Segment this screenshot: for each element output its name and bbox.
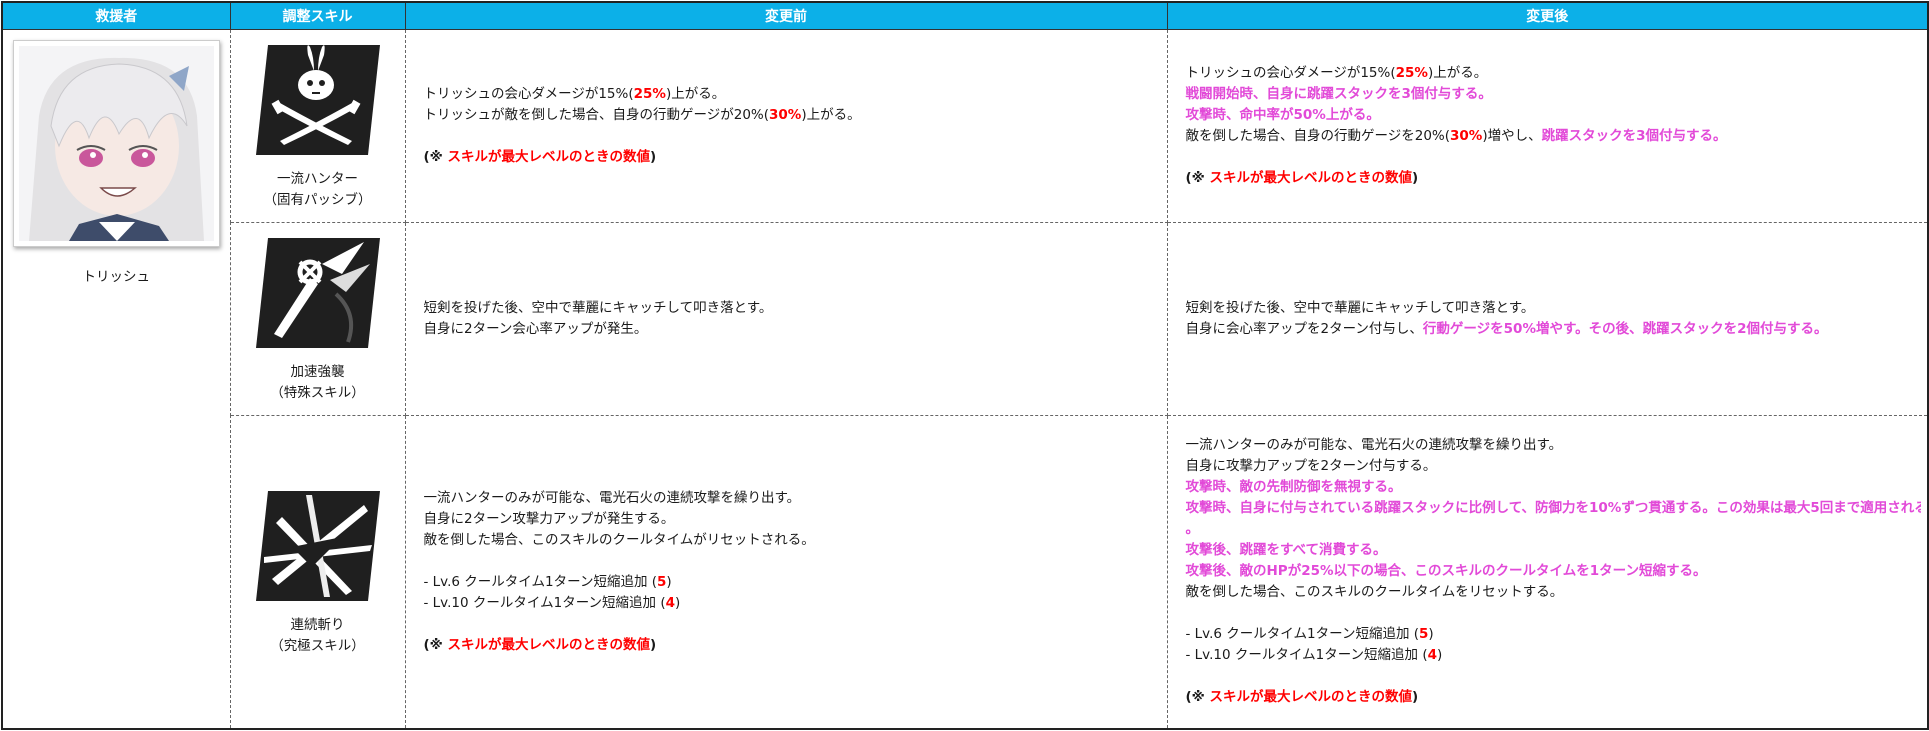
skill-cell-passive: 一流ハンター （固有パッシブ） — [229, 29, 406, 223]
slash-strikes-icon — [255, 490, 380, 601]
text-line: 一流ハンターのみが可能な、電光石火の連続攻撃を繰り出す。 — [1185, 437, 1563, 454]
header-after: 変更後 — [1166, 1, 1929, 30]
after-text-passive: トリッシュの会心ダメージが15%(25%)上がる。 戦闘開始時、自身に跳躍スタッ… — [1166, 29, 1929, 223]
max-level-note: (※ スキルが最大レベルのときの数値) — [423, 636, 657, 653]
after-text-ultimate: 一流ハンターのみが可能な、電光石火の連続攻撃を繰り出す。 自身に攻撃力アップを2… — [1166, 415, 1929, 729]
text-line: 攻撃時、敵の先制防御を無視する。 — [1185, 479, 1402, 496]
header-rescuer: 救援者 — [1, 1, 231, 30]
text-line: 一流ハンターのみが可能な、電光石火の連続攻撃を繰り出す。 — [423, 489, 801, 506]
skill-change-table: 救援者 調整スキル 変更前 変更後 トリッシュ 一流ハンター （固有パッシブ） … — [1, 1, 1929, 730]
before-text-passive: トリッシュの会心ダメージが15%(25%)上がる。 トリッシュが敵を倒した場合、… — [404, 29, 1168, 223]
text-line: 攻撃時、自身に付与されている跳躍スタックに比例して、防御力を10%ずつ貫通する。… — [1185, 500, 1922, 517]
max-level-note: (※ スキルが最大レベルのときの数値) — [423, 149, 657, 165]
text-line: 敵を倒した場合、このスキルのクールタイムがリセットされる。 — [423, 531, 815, 548]
character-cell: トリッシュ — [1, 29, 231, 730]
before-text-special: 短剣を投げた後、空中で華麗にキャッチして叩き落とす。 自身に2ターン会心率アップ… — [404, 222, 1168, 416]
text-line: 自身に会心率アップを2ターン付与し、行動ゲージを50%増やす。その後、跳躍スタッ… — [1185, 321, 1828, 337]
text-line: 敵を倒した場合、このスキルのクールタイムをリセットする。 — [1185, 584, 1564, 601]
character-portrait-image — [18, 46, 214, 241]
text-line: 攻撃後、敵のHPが25%以下の場合、このスキルのクールタイムを1ターン短縮する。 — [1185, 563, 1707, 580]
text-line: トリッシュの会心ダメージが15%(25%)上がる。 — [1185, 65, 1488, 81]
max-level-note: (※ スキルが最大レベルのときの数値) — [1185, 170, 1419, 186]
skill-type: （究極スキル） — [270, 637, 365, 654]
before-text-ultimate: 一流ハンターのみが可能な、電光石火の連続攻撃を繰り出す。 自身に2ターン攻撃力ア… — [404, 415, 1168, 729]
text-line: 短剣を投げた後、空中で華麗にキャッチして叩き落とす。 — [423, 300, 773, 316]
text-line: 攻撃時、命中率が50%上がる。 — [1185, 107, 1380, 123]
max-level-note: (※ スキルが最大レベルのときの数値) — [1185, 689, 1419, 706]
skill-name: 一流ハンター — [277, 171, 358, 187]
text-line: - Lv.10 クールタイム1ターン短縮追加 (4) — [1185, 647, 1443, 664]
text-line: 自身に2ターン会心率アップが発生。 — [423, 321, 648, 337]
rabbit-crossed-daggers-icon — [255, 45, 380, 155]
header-before: 変更前 — [404, 1, 1168, 30]
header-skill: 調整スキル — [229, 1, 406, 30]
after-text-special: 短剣を投げた後、空中で華麗にキャッチして叩き落とす。 自身に会心率アップを2ター… — [1166, 222, 1929, 416]
skill-type: （固有パッシブ） — [263, 192, 372, 208]
character-name: トリッシュ — [82, 269, 151, 285]
table-row: トリッシュ 一流ハンター （固有パッシブ） トリッシュの会心ダメージが15%(2… — [1, 29, 1929, 730]
skill-name: 連続斬り — [290, 616, 345, 633]
text-line: - Lv.6 クールタイム1ターン短縮追加 (5) — [423, 573, 672, 590]
text-line: 敵を倒した場合、自身の行動ゲージを20%(30%)増やし、跳躍スタックを3個付与… — [1185, 128, 1727, 144]
text-line: 。 — [1185, 521, 1200, 538]
text-line: 戦闘開始時、自身に跳躍スタックを3個付与する。 — [1185, 86, 1492, 102]
text-line: - Lv.6 クールタイム1ターン短縮追加 (5) — [1185, 626, 1434, 643]
table-row: 加速強襲 （特殊スキル） 短剣を投げた後、空中で華麗にキャッチして叩き落とす。 … — [2, 222, 1929, 416]
table-row: 連続斬り （究極スキル） 一流ハンターのみが可能な、電光石火の連続攻撃を繰り出す… — [2, 415, 1929, 729]
text-line: 自身に2ターン攻撃力アップが発生する。 — [423, 510, 675, 527]
text-line: 短剣を投げた後、空中で華麗にキャッチして叩き落とす。 — [1185, 300, 1535, 316]
text-line: 攻撃後、跳躍をすべて消費する。 — [1185, 542, 1387, 559]
skill-name: 加速強襲 — [290, 364, 345, 380]
text-line: トリッシュが敵を倒した場合、自身の行動ゲージが20%(30%)上がる。 — [423, 107, 861, 123]
skill-type: （特殊スキル） — [270, 385, 365, 401]
text-line: - Lv.10 クールタイム1ターン短縮追加 (4) — [423, 594, 681, 611]
skill-cell-special: 加速強襲 （特殊スキル） — [229, 222, 406, 416]
character-portrait — [12, 40, 220, 247]
thrown-dagger-icon — [255, 238, 380, 348]
header-row: 救援者 調整スキル 変更前 変更後 — [1, 1, 1929, 30]
text-line: 自身に攻撃力アップを2ターン付与する。 — [1185, 458, 1437, 475]
skill-cell-ultimate: 連続斬り （究極スキル） — [229, 415, 406, 729]
text-line: トリッシュの会心ダメージが15%(25%)上がる。 — [423, 86, 726, 102]
